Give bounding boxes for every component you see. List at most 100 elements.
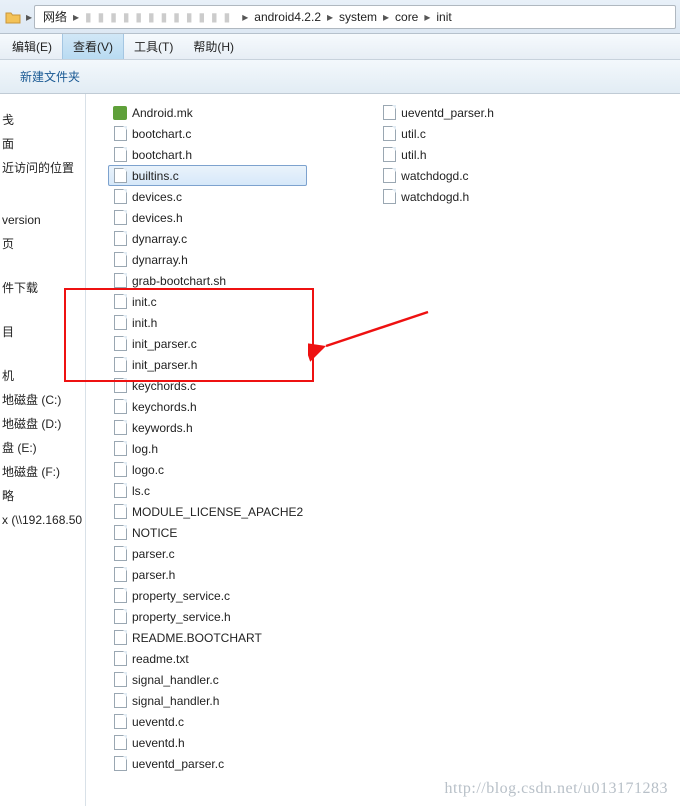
file-item[interactable]: README.BOOTCHART <box>108 627 307 648</box>
document-icon <box>112 588 128 604</box>
file-item[interactable]: logo.c <box>108 459 307 480</box>
file-item[interactable]: ueventd_parser.h <box>377 102 498 123</box>
file-item[interactable]: ueventd.c <box>108 711 307 732</box>
sidebar-item[interactable]: 戋 <box>0 108 85 132</box>
sidebar-item[interactable]: 略 <box>0 484 85 508</box>
breadcrumb-item[interactable]: init <box>432 6 455 28</box>
document-icon <box>112 735 128 751</box>
file-item[interactable]: keychords.c <box>108 375 307 396</box>
file-item[interactable]: keychords.h <box>108 396 307 417</box>
file-item[interactable]: readme.txt <box>108 648 307 669</box>
document-icon <box>112 693 128 709</box>
file-name: ls.c <box>132 484 150 498</box>
file-name: init.c <box>132 295 157 309</box>
file-item[interactable]: ueventd_parser.c <box>108 753 307 774</box>
file-item[interactable]: init.c <box>108 291 307 312</box>
menu-tools[interactable]: 工具(T) <box>124 34 183 59</box>
file-name: parser.h <box>132 568 175 582</box>
chevron-right-icon[interactable]: ▸ <box>240 10 250 24</box>
file-item[interactable]: keywords.h <box>108 417 307 438</box>
sidebar-item[interactable]: 目 <box>0 320 85 344</box>
document-icon <box>112 273 128 289</box>
document-icon <box>381 126 397 142</box>
file-item[interactable]: bootchart.c <box>108 123 307 144</box>
file-item[interactable]: parser.c <box>108 543 307 564</box>
sidebar-item[interactable]: 页 <box>0 232 85 256</box>
file-name: Android.mk <box>132 106 193 120</box>
sidebar-item[interactable]: version <box>0 208 85 232</box>
file-item[interactable]: builtins.c <box>108 165 307 186</box>
mk-file-icon <box>112 105 128 121</box>
file-item[interactable]: devices.c <box>108 186 307 207</box>
file-name: parser.c <box>132 547 175 561</box>
breadcrumb-network[interactable]: 网络 <box>39 6 71 28</box>
sidebar-drive-c[interactable]: 地磁盘 (C:) <box>0 388 85 412</box>
file-item[interactable]: ls.c <box>108 480 307 501</box>
file-pane[interactable]: Android.mk bootchart.cbootchart.hbuiltins… <box>86 94 680 806</box>
file-item[interactable]: signal_handler.c <box>108 669 307 690</box>
file-name: watchdogd.h <box>401 190 469 204</box>
file-name: property_service.c <box>132 589 230 603</box>
breadcrumb-item[interactable]: android4.2.2 <box>250 6 325 28</box>
file-item[interactable]: devices.h <box>108 207 307 228</box>
sidebar-drive-e[interactable]: 盘 (E:) <box>0 436 85 460</box>
file-item[interactable]: init_parser.c <box>108 333 307 354</box>
file-name: init_parser.h <box>132 358 197 372</box>
breadcrumb-item[interactable]: core <box>391 6 422 28</box>
file-item[interactable]: property_service.h <box>108 606 307 627</box>
file-name: signal_handler.c <box>132 673 219 687</box>
file-name: README.BOOTCHART <box>132 631 262 645</box>
breadcrumb[interactable]: 网络 ▸ ▮▮▮▮▮▮▮▮▮▮▮▮ ▸ android4.2.2 ▸ syste… <box>34 5 676 29</box>
file-item[interactable]: Android.mk <box>108 102 307 123</box>
file-name: dynarray.c <box>132 232 187 246</box>
file-item[interactable]: bootchart.h <box>108 144 307 165</box>
menu-bar: 编辑(E) 查看(V) 工具(T) 帮助(H) <box>0 34 680 60</box>
sidebar-item-computer[interactable]: 机 <box>0 364 85 388</box>
file-item[interactable]: watchdogd.c <box>377 165 498 186</box>
chevron-right-icon[interactable]: ▸ <box>71 10 81 24</box>
breadcrumb-blur[interactable]: ▮▮▮▮▮▮▮▮▮▮▮▮ <box>81 6 240 28</box>
file-column: Android.mk bootchart.cbootchart.hbuiltins… <box>108 102 307 774</box>
sidebar-item[interactable]: 面 <box>0 132 85 156</box>
file-item[interactable]: dynarray.c <box>108 228 307 249</box>
document-icon <box>112 567 128 583</box>
file-item[interactable]: MODULE_LICENSE_APACHE2 <box>108 501 307 522</box>
document-icon <box>381 147 397 163</box>
file-item[interactable]: ueventd.h <box>108 732 307 753</box>
document-icon <box>381 168 397 184</box>
file-item[interactable]: log.h <box>108 438 307 459</box>
file-name: keychords.c <box>132 379 196 393</box>
menu-help[interactable]: 帮助(H) <box>183 34 244 59</box>
breadcrumb-item[interactable]: system <box>335 6 381 28</box>
chevron-right-icon[interactable]: ▸ <box>24 10 34 24</box>
new-folder-button[interactable]: 新建文件夹 <box>12 64 88 89</box>
document-icon <box>112 399 128 415</box>
file-name: keychords.h <box>132 400 197 414</box>
document-icon <box>112 252 128 268</box>
sidebar-network-drive[interactable]: x (\\192.168.50 <box>0 508 85 532</box>
sidebar-drive-f[interactable]: 地磁盘 (F:) <box>0 460 85 484</box>
file-item[interactable]: NOTICE <box>108 522 307 543</box>
file-item[interactable]: init.h <box>108 312 307 333</box>
sidebar-drive-d[interactable]: 地磁盘 (D:) <box>0 412 85 436</box>
file-name: dynarray.h <box>132 253 188 267</box>
file-item[interactable]: parser.h <box>108 564 307 585</box>
chevron-right-icon[interactable]: ▸ <box>325 10 335 24</box>
file-item[interactable]: grab-bootchart.sh <box>108 270 307 291</box>
file-item[interactable]: property_service.c <box>108 585 307 606</box>
sidebar-item-downloads[interactable]: 件下载 <box>0 276 85 300</box>
chevron-right-icon[interactable]: ▸ <box>381 10 391 24</box>
file-item[interactable]: signal_handler.h <box>108 690 307 711</box>
file-column: ueventd_parser.hutil.cutil.hwatchdogd.c w… <box>377 102 498 774</box>
document-icon <box>112 357 128 373</box>
file-item[interactable]: util.h <box>377 144 498 165</box>
chevron-right-icon[interactable]: ▸ <box>422 10 432 24</box>
file-item[interactable]: init_parser.h <box>108 354 307 375</box>
file-item[interactable]: dynarray.h <box>108 249 307 270</box>
sidebar-item-recent[interactable]: 近访问的位置 <box>0 156 85 180</box>
sidebar: 戋 面 近访问的位置 version 页 件下载 目 机 地磁盘 (C:) 地磁… <box>0 94 86 806</box>
file-item[interactable]: watchdogd.h <box>377 186 498 207</box>
menu-edit[interactable]: 编辑(E) <box>2 34 62 59</box>
file-item[interactable]: util.c <box>377 123 498 144</box>
menu-view[interactable]: 查看(V) <box>62 34 124 59</box>
